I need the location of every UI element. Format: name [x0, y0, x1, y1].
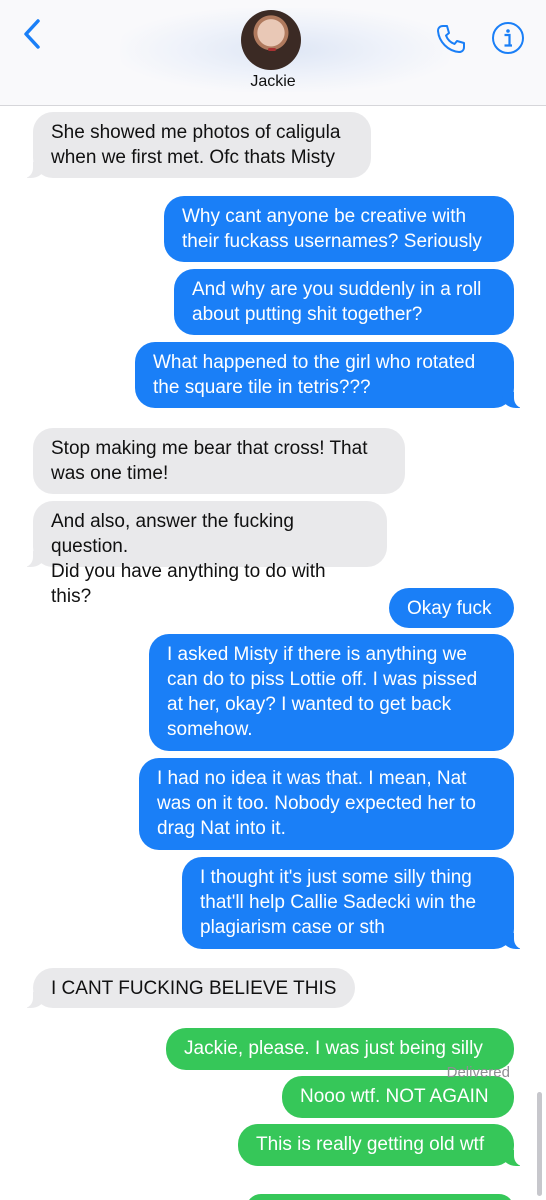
info-icon: [492, 22, 524, 54]
message-sent[interactable]: What happened to the girl who rotated th…: [135, 342, 526, 408]
message-received[interactable]: I CANT FUCKING BELIEVE THIS: [21, 968, 355, 1008]
message-sent-sms-partial[interactable]: [246, 1194, 514, 1200]
message-received[interactable]: Stop making me bear that cross! That was…: [33, 428, 405, 494]
message-sent[interactable]: And why are you suddenly in a roll about…: [174, 269, 514, 335]
message-sent[interactable]: I thought it's just some silly thing tha…: [182, 857, 526, 949]
phone-icon: [437, 25, 465, 53]
avatar[interactable]: [241, 10, 301, 70]
message-thread[interactable]: She showed me photos of caligula when we…: [0, 106, 546, 1200]
info-button[interactable]: [490, 20, 526, 56]
message-sent-sms[interactable]: Nooo wtf. NOT AGAIN: [282, 1076, 514, 1118]
chevron-left-icon: [24, 19, 40, 49]
message-sent-sms[interactable]: This is really getting old wtf: [238, 1124, 526, 1166]
message-sent[interactable]: Okay fuck: [389, 588, 514, 628]
message-sent[interactable]: Why cant anyone be creative with their f…: [164, 196, 514, 262]
message-sent[interactable]: I asked Misty if there is anything we ca…: [149, 634, 514, 751]
delivered-status: Delivered: [446, 1064, 510, 1081]
back-button[interactable]: [14, 16, 50, 52]
message-sent[interactable]: I had no idea it was that. I mean, Nat w…: [139, 758, 514, 850]
call-button[interactable]: [432, 20, 470, 58]
contact-name[interactable]: Jackie: [0, 73, 546, 91]
conversation-header: Jackie: [0, 0, 546, 106]
scrollbar[interactable]: [537, 1092, 542, 1196]
message-received[interactable]: And also, answer the fucking question. D…: [21, 501, 387, 607]
message-received[interactable]: She showed me photos of caligula when we…: [21, 112, 371, 178]
